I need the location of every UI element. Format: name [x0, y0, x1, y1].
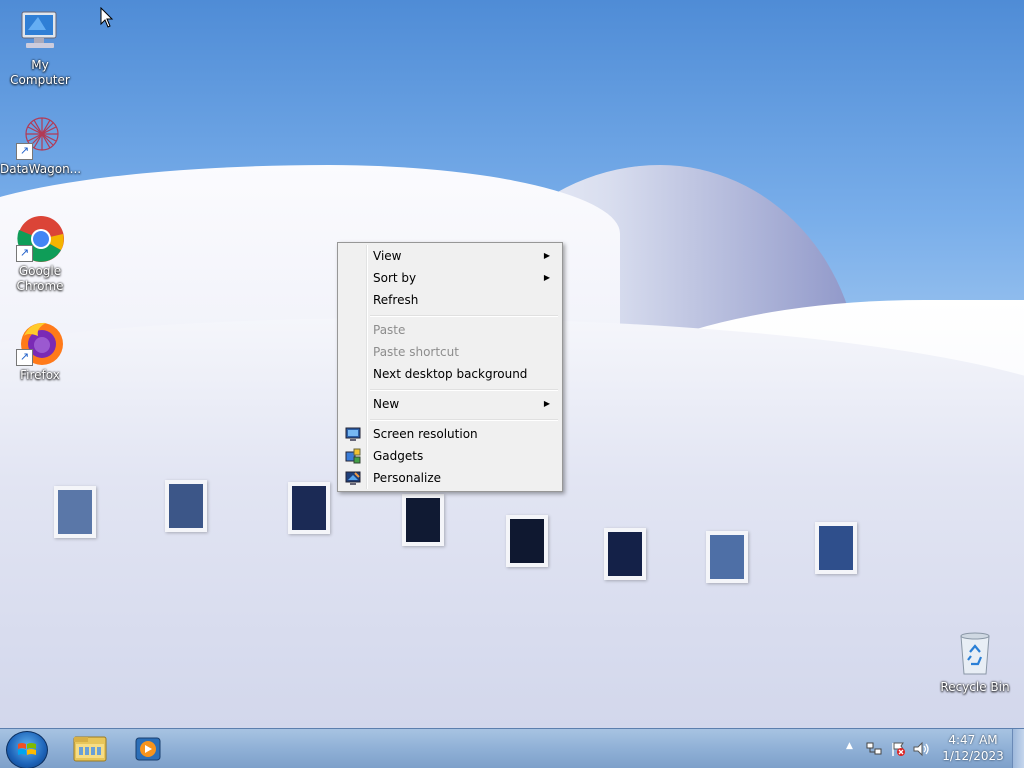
desktop-context-menu: View ▶ Sort by ▶ Refresh Paste Paste sho…: [337, 242, 563, 492]
shortcut-arrow-icon: ↗: [16, 245, 33, 262]
menu-item-paste-shortcut[interactable]: Paste shortcut: [340, 341, 560, 363]
menu-item-gadgets[interactable]: Gadgets: [340, 445, 560, 467]
clock-time: 4:47 AM: [948, 733, 998, 747]
mouse-cursor-icon: [100, 7, 114, 28]
desktop-icon-recycle-bin[interactable]: Recycle Bin: [935, 630, 1015, 695]
network-icon[interactable]: [866, 741, 882, 757]
submenu-arrow-icon: ▶: [543, 399, 550, 408]
submenu-arrow-icon: ▶: [543, 273, 550, 282]
show-desktop-button[interactable]: [1012, 729, 1024, 768]
menu-item-personalize[interactable]: Personalize: [340, 467, 560, 489]
datawagon-icon: ↗: [16, 112, 64, 160]
desktop-icon-label: My Computer: [10, 58, 70, 87]
chrome-icon: ↗: [16, 214, 64, 262]
menu-item-label: Screen resolution: [373, 427, 478, 441]
show-hidden-icons-button[interactable]: ▲: [846, 741, 853, 751]
menu-item-view[interactable]: View ▶: [340, 245, 560, 267]
menu-item-label: Next desktop background: [373, 367, 528, 381]
menu-item-label: View: [373, 249, 402, 263]
menu-separator: [370, 315, 558, 317]
menu-item-paste[interactable]: Paste: [340, 319, 560, 341]
desktop-icon-google-chrome[interactable]: ↗ Google Chrome: [0, 214, 80, 294]
action-center-flag-icon[interactable]: [890, 741, 906, 757]
wallpaper-window: [288, 482, 330, 534]
gadgets-icon: [345, 448, 361, 464]
menu-separator: [370, 419, 558, 421]
menu-item-label: Paste shortcut: [373, 345, 459, 359]
desktop-icon-label: Google Chrome: [16, 264, 64, 293]
screen-resolution-icon: [345, 427, 361, 441]
firefox-icon: ↗: [16, 318, 64, 366]
menu-item-next-desktop-background[interactable]: Next desktop background: [340, 363, 560, 385]
desktop-icon-datawagon[interactable]: ↗ DataWagon...: [0, 112, 82, 177]
shortcut-arrow-icon: ↗: [16, 143, 33, 160]
menu-item-label: Paste: [373, 323, 406, 337]
taskbar: ▲ 4:47 AM 1/12/2023: [0, 728, 1024, 768]
desktop-icon-label: Recycle Bin: [940, 680, 1010, 694]
media-player-button[interactable]: [120, 731, 176, 767]
desktop-icon-label: DataWagon...: [0, 162, 82, 176]
menu-item-label: Sort by: [373, 271, 417, 285]
computer-icon: [16, 8, 64, 56]
submenu-arrow-icon: ▶: [543, 251, 550, 260]
desktop-icon-label: Firefox: [20, 368, 60, 382]
wallpaper-window: [604, 528, 646, 580]
menu-item-label: New: [373, 397, 400, 411]
windows-logo-icon: [18, 743, 36, 755]
wallpaper-window: [54, 486, 96, 538]
recycle-bin-icon: [951, 630, 999, 678]
volume-icon[interactable]: [913, 741, 931, 757]
menu-item-label: Refresh: [373, 293, 419, 307]
menu-item-new[interactable]: New ▶: [340, 393, 560, 415]
folder-icon: [73, 736, 107, 762]
media-player-icon: [135, 737, 161, 761]
shortcut-arrow-icon: ↗: [16, 349, 33, 366]
menu-item-label: Personalize: [373, 471, 442, 485]
wallpaper-window: [165, 480, 207, 532]
menu-item-sort-by[interactable]: Sort by ▶: [340, 267, 560, 289]
desktop-icon-my-computer[interactable]: My Computer: [0, 8, 80, 88]
wallpaper-window: [706, 531, 748, 583]
menu-item-refresh[interactable]: Refresh: [340, 289, 560, 311]
personalize-icon: [345, 471, 361, 485]
system-clock[interactable]: 4:47 AM 1/12/2023: [940, 732, 1006, 764]
start-button[interactable]: [6, 731, 48, 768]
menu-item-screen-resolution[interactable]: Screen resolution: [340, 423, 560, 445]
windows-explorer-button[interactable]: [62, 731, 118, 767]
menu-separator: [370, 389, 558, 391]
desktop-icon-firefox[interactable]: ↗ Firefox: [0, 318, 80, 383]
clock-date: 1/12/2023: [942, 749, 1004, 763]
wallpaper-window: [815, 522, 857, 574]
wallpaper-window: [402, 494, 444, 546]
menu-item-label: Gadgets: [373, 449, 424, 463]
wallpaper-window: [506, 515, 548, 567]
